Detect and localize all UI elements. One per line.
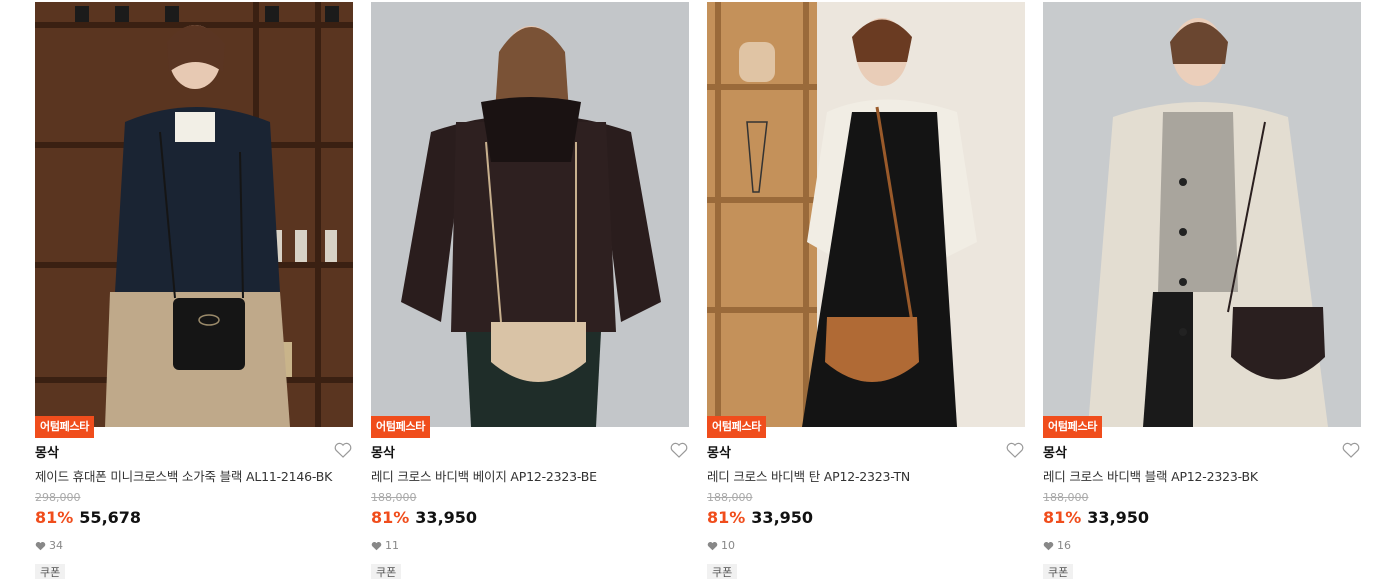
like-count: 11 <box>371 539 399 552</box>
product-name[interactable]: 레디 크로스 바디백 탄 AP12-2323-TN <box>707 466 910 485</box>
sale-price: 33,950 <box>751 508 814 527</box>
heart-outline-icon[interactable] <box>1006 442 1024 458</box>
discount-rate: 81% <box>371 508 410 527</box>
promo-badge: 어텀페스타 <box>371 416 431 438</box>
like-count: 16 <box>1043 539 1071 552</box>
product-name[interactable]: 레디 크로스 바디백 블랙 AP12-2323-BK <box>1043 466 1258 485</box>
discount-rate: 81% <box>1043 508 1082 527</box>
sale-price: 33,950 <box>1087 508 1150 527</box>
like-count-value: 16 <box>1057 539 1071 552</box>
product-card[interactable]: 어텀페스타 몽삭 제이드 휴대폰 미니크로스백 소가죽 블랙 AL11-2146… <box>35 0 353 579</box>
product-image[interactable] <box>371 2 689 427</box>
product-card[interactable]: 어텀페스타 몽삭 레디 크로스 바디백 탄 AP12-2323-TN 188,0… <box>707 0 1025 579</box>
brand-name[interactable]: 몽삭 <box>1043 442 1067 461</box>
promo-badge: 어텀페스타 <box>707 416 767 438</box>
heart-filled-icon <box>35 541 46 550</box>
product-image[interactable] <box>1043 2 1361 427</box>
sale-price: 55,678 <box>79 508 142 527</box>
coupon-tag: 쿠폰 <box>35 564 66 579</box>
coupon-tag: 쿠폰 <box>371 564 402 579</box>
coupon-tag: 쿠폰 <box>1043 564 1074 579</box>
heart-outline-icon[interactable] <box>334 442 352 458</box>
original-price: 188,000 <box>1043 491 1089 504</box>
original-price: 298,000 <box>35 491 81 504</box>
like-count-value: 11 <box>385 539 399 552</box>
product-image[interactable] <box>35 2 353 427</box>
price-row: 81% 33,950 <box>1043 508 1149 527</box>
original-price: 188,000 <box>371 491 417 504</box>
brand-name[interactable]: 몽삭 <box>707 442 731 461</box>
like-count-value: 34 <box>49 539 63 552</box>
brand-name[interactable]: 몽삭 <box>371 442 395 461</box>
product-card[interactable]: 어텀페스타 몽삭 레디 크로스 바디백 베이지 AP12-2323-BE 188… <box>371 0 689 579</box>
price-row: 81% 33,950 <box>707 508 813 527</box>
heart-outline-icon[interactable] <box>1342 442 1360 458</box>
discount-rate: 81% <box>707 508 746 527</box>
product-card[interactable]: 어텀페스타 몽삭 레디 크로스 바디백 블랙 AP12-2323-BK 188,… <box>1043 0 1361 579</box>
product-image[interactable] <box>707 2 1025 427</box>
original-price: 188,000 <box>707 491 753 504</box>
price-row: 81% 33,950 <box>371 508 477 527</box>
brand-name[interactable]: 몽삭 <box>35 442 59 461</box>
sale-price: 33,950 <box>415 508 478 527</box>
heart-filled-icon <box>371 541 382 550</box>
heart-filled-icon <box>707 541 718 550</box>
coupon-tag: 쿠폰 <box>707 564 738 579</box>
product-name[interactable]: 제이드 휴대폰 미니크로스백 소가죽 블랙 AL11-2146-BK <box>35 466 332 485</box>
promo-badge: 어텀페스타 <box>1043 416 1103 438</box>
like-count: 10 <box>707 539 735 552</box>
like-count-value: 10 <box>721 539 735 552</box>
like-count: 34 <box>35 539 63 552</box>
price-row: 81% 55,678 <box>35 508 141 527</box>
heart-outline-icon[interactable] <box>670 442 688 458</box>
heart-filled-icon <box>1043 541 1054 550</box>
product-grid: 어텀페스타 몽삭 제이드 휴대폰 미니크로스백 소가죽 블랙 AL11-2146… <box>0 0 1374 579</box>
product-name[interactable]: 레디 크로스 바디백 베이지 AP12-2323-BE <box>371 466 597 485</box>
promo-badge: 어텀페스타 <box>35 416 95 438</box>
discount-rate: 81% <box>35 508 74 527</box>
